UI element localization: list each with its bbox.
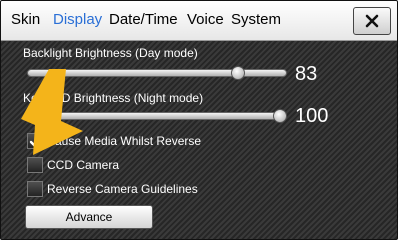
tab-voice[interactable]: Voice [187, 11, 224, 29]
pause-media-label: Pause Media Whilst Reverse [47, 134, 202, 148]
tab-display[interactable]: Display [53, 11, 102, 29]
close-icon [365, 14, 379, 28]
day-brightness-value: 83 [295, 63, 318, 85]
day-brightness-thumb[interactable] [231, 66, 246, 80]
night-brightness-label: Key LED Brightness (Night mode) [23, 91, 204, 105]
advance-button[interactable]: Advance [25, 205, 153, 229]
pause-media-checkbox[interactable] [27, 133, 44, 149]
reverse-guidelines-label: Reverse Camera Guidelines [47, 182, 198, 196]
night-brightness-value: 100 [295, 105, 329, 127]
close-button[interactable] [353, 7, 391, 35]
tab-date-time[interactable]: Date/Time [109, 11, 178, 29]
settings-screen: Skin Display Date/Time Voice System Back… [0, 0, 398, 240]
tab-system[interactable]: System [231, 11, 281, 29]
tab-bar: Skin Display Date/Time Voice System [1, 1, 397, 41]
ccd-camera-label: CCD Camera [47, 158, 120, 172]
reverse-guidelines-checkbox[interactable] [27, 181, 43, 197]
tab-skin[interactable]: Skin [11, 11, 40, 29]
ccd-camera-checkbox[interactable] [27, 157, 43, 173]
night-brightness-thumb[interactable] [273, 109, 287, 123]
day-brightness-label: Backlight Brightness (Day mode) [23, 46, 198, 60]
day-brightness-slider[interactable] [27, 69, 287, 77]
night-brightness-slider[interactable] [27, 112, 287, 120]
check-icon [29, 134, 44, 148]
